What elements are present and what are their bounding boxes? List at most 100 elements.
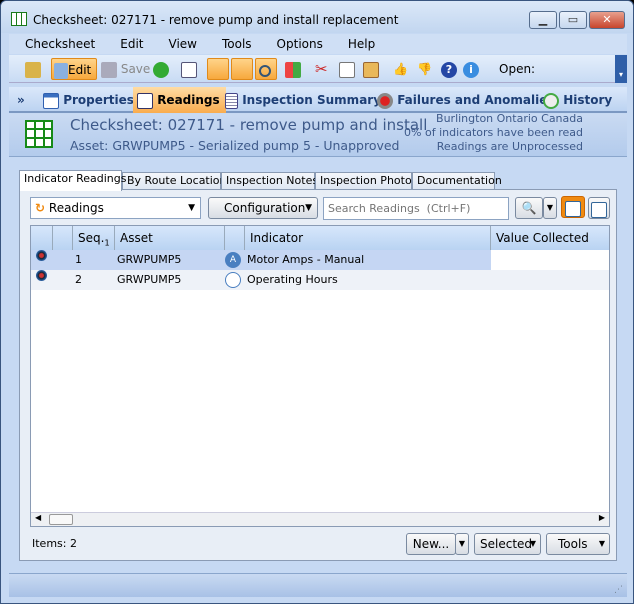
- find-button[interactable]: [255, 58, 277, 80]
- chevron-down-icon: ▼: [305, 203, 312, 213]
- toolbar-overflow-button[interactable]: ▾: [615, 55, 627, 83]
- folder-icon: [25, 61, 41, 78]
- gear-error-icon: [377, 92, 393, 109]
- tools-button[interactable]: Tools ▼: [546, 533, 610, 555]
- paste-button[interactable]: [363, 58, 379, 80]
- window-title: Checksheet: 027171 - remove pump and ins…: [33, 13, 399, 27]
- menu-edit[interactable]: Edit: [104, 34, 152, 54]
- icon-column-header: [225, 226, 245, 250]
- chevron-down-icon: ▼: [188, 203, 195, 213]
- header-read-percent: 0% of indicators have been read: [404, 126, 583, 139]
- value-collected-cell[interactable]: [491, 250, 609, 270]
- clock-icon: [543, 92, 559, 109]
- asset-cell: GRWPUMP5: [117, 253, 182, 266]
- list-view-icon: [565, 200, 581, 217]
- maximize-button[interactable]: ▭: [559, 11, 587, 29]
- menu-tools[interactable]: Tools: [206, 34, 261, 54]
- copy-button[interactable]: [339, 58, 355, 80]
- new-button[interactable]: New...: [406, 533, 456, 555]
- column-header-value-collected[interactable]: Value Collected: [491, 226, 609, 250]
- collapse-chevron-icon[interactable]: »: [17, 87, 31, 113]
- table-row[interactable]: 2 GRWPUMP5 Operating Hours: [31, 270, 609, 290]
- tab-indicator-readings[interactable]: Indicator Readings: [19, 170, 127, 191]
- save-button[interactable]: Save: [101, 58, 150, 80]
- search-input[interactable]: [323, 197, 509, 220]
- cut-button[interactable]: ✂: [315, 58, 328, 80]
- info-button[interactable]: i: [463, 58, 479, 80]
- detail-view-icon: [591, 201, 607, 218]
- new-dropdown-button[interactable]: ▼: [455, 533, 469, 555]
- scroll-right-arrow[interactable]: ▶: [599, 513, 605, 522]
- selected-button[interactable]: Selected ▼: [474, 533, 541, 555]
- copy-icon: [339, 61, 355, 78]
- layout-split-button[interactable]: [207, 58, 229, 80]
- close-button[interactable]: ✕: [589, 11, 625, 29]
- nav-inspection-summary[interactable]: Inspection Summary: [225, 87, 381, 113]
- checksheet-window: Checksheet: 027171 - remove pump and ins…: [0, 0, 634, 604]
- refresh-button[interactable]: [153, 58, 169, 80]
- selected-label: Selected: [480, 537, 533, 551]
- info-icon: i: [463, 61, 479, 78]
- tab-documentation[interactable]: Documentation: [412, 172, 502, 190]
- window-icon: [43, 92, 59, 109]
- tab-inspection-notes[interactable]: Inspection Notes: [221, 172, 318, 190]
- chevron-down-icon: ▼: [598, 539, 605, 548]
- menu-checksheet[interactable]: Checksheet: [9, 34, 104, 54]
- nav-label: Failures and Anomalies: [397, 93, 555, 107]
- configuration-button[interactable]: Configuration ▼: [208, 197, 318, 219]
- open-folder-button[interactable]: [25, 58, 41, 80]
- scroll-left-arrow[interactable]: ◀: [35, 513, 41, 522]
- search-options-dropdown[interactable]: ▼: [543, 197, 557, 219]
- column-header-seq[interactable]: Seq.1: [73, 226, 115, 250]
- refresh-icon: ↻: [35, 201, 46, 215]
- checksheet-icon: [11, 12, 27, 26]
- edit-button[interactable]: Edit: [51, 58, 97, 80]
- marker-column-header: [53, 226, 73, 250]
- help-button[interactable]: ?: [441, 58, 457, 80]
- open-label: Open:: [499, 62, 536, 76]
- resize-grip-icon[interactable]: ⋰: [614, 585, 623, 595]
- view-select[interactable]: ↻ Readings ▼: [30, 197, 201, 219]
- indicator-cell: Motor Amps - Manual: [247, 253, 365, 266]
- scrollbar-thumb[interactable]: [49, 514, 73, 525]
- sort-indicator: 1: [104, 238, 110, 248]
- save-icon: [101, 61, 117, 78]
- amps-meter-icon: A: [225, 252, 241, 268]
- nav-bar: » Properties Readings Inspection Summary…: [9, 87, 627, 113]
- column-header-indicator[interactable]: Indicator: [245, 226, 491, 250]
- readings-grid: Seq.1 Asset Indicator Value Collected 1 …: [30, 225, 610, 527]
- list-view-button[interactable]: [561, 196, 585, 218]
- menu-view[interactable]: View: [153, 34, 206, 54]
- nav-properties[interactable]: Properties: [37, 87, 140, 113]
- tab-inspection-photos[interactable]: Inspection Photos: [315, 172, 417, 190]
- menu-bar: Checksheet Edit View Tools Options Help: [9, 34, 627, 54]
- column-header-asset[interactable]: Asset: [115, 226, 225, 250]
- table-row[interactable]: 1 GRWPUMP5 A Motor Amps - Manual: [31, 250, 609, 270]
- nav-label: Readings: [157, 93, 220, 107]
- new-document-button[interactable]: [181, 58, 197, 80]
- menu-help[interactable]: Help: [332, 34, 384, 54]
- status-icon: [36, 250, 47, 261]
- magnifier-icon: [259, 64, 271, 77]
- menu-options[interactable]: Options: [261, 34, 332, 54]
- nav-failures-and-anomalies[interactable]: Failures and Anomalies: [377, 87, 555, 113]
- tab-by-route-location[interactable]: By Route Location: [122, 172, 227, 190]
- detail-view-button[interactable]: [588, 197, 610, 219]
- refresh-icon: [153, 61, 169, 78]
- tools-label: Tools: [558, 537, 588, 551]
- search-button[interactable]: 🔍: [515, 197, 543, 219]
- search-icon: 🔍: [521, 201, 537, 215]
- horizontal-scrollbar[interactable]: ◀ ▶: [31, 512, 609, 526]
- layout-rows-button[interactable]: [231, 58, 253, 80]
- thumbs-down-button[interactable]: 👎: [417, 58, 432, 80]
- seq-cell: 2: [75, 273, 82, 286]
- nav-readings[interactable]: Readings: [133, 87, 226, 113]
- edit-icon: [54, 62, 68, 79]
- header-status: Readings are Unprocessed: [436, 140, 583, 153]
- list-icon: [225, 92, 238, 109]
- thumbs-up-button[interactable]: 👍: [393, 58, 408, 80]
- minimize-button[interactable]: ▁: [529, 11, 557, 29]
- windows-button[interactable]: [285, 58, 301, 80]
- nav-history[interactable]: History: [543, 87, 612, 113]
- seq-label: Seq.: [78, 231, 105, 245]
